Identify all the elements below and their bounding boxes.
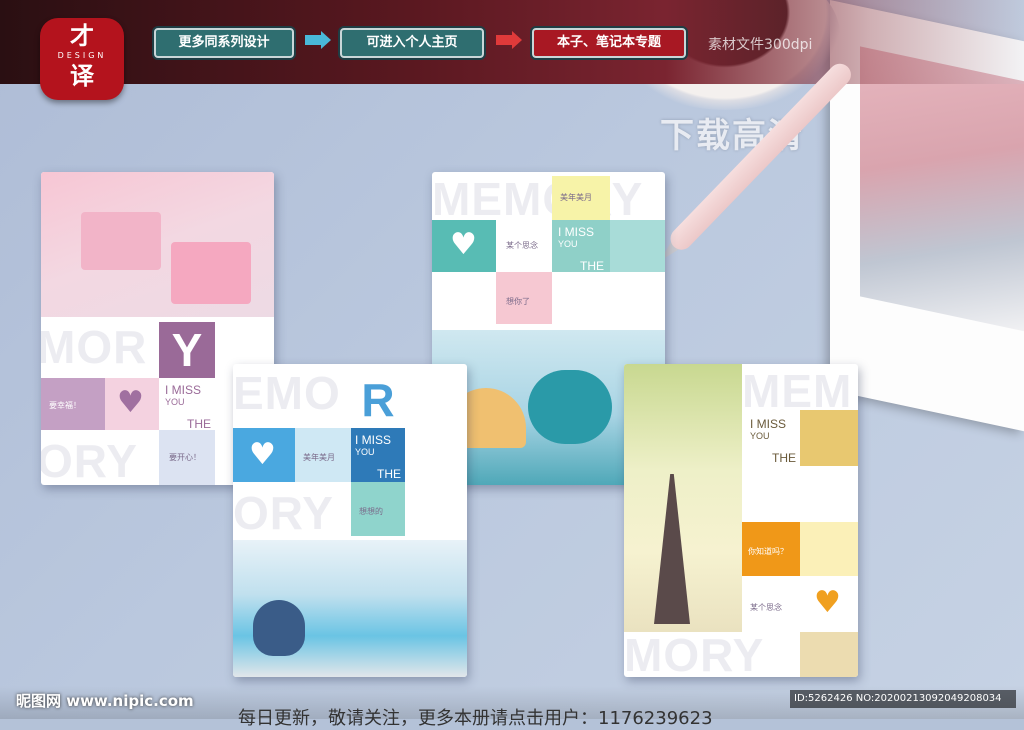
you-text: YOU	[750, 431, 770, 441]
miss-text: I MISS	[355, 433, 392, 447]
tile-caption: 某个思念	[506, 241, 538, 250]
miss-text: I MISS	[750, 417, 787, 431]
color-tile	[800, 632, 858, 677]
brand-logo[interactable]: 才 DESIGN 译	[40, 18, 124, 100]
you-text: YOU	[165, 397, 185, 407]
logo-char-top: 才	[70, 22, 94, 50]
memory-text-bg: MEMORY	[432, 173, 644, 225]
arrow-right-icon	[496, 31, 522, 49]
memory-text-bg: EMO	[233, 367, 341, 419]
tile-caption: 某个思念	[750, 603, 782, 612]
the-text: THE	[187, 417, 211, 431]
tile-caption: 你知道吗？	[748, 547, 788, 556]
tile-caption: 想你了	[506, 297, 530, 306]
tile-caption: 要幸福！	[49, 401, 81, 410]
memory-text-bg: ORY	[233, 487, 334, 539]
heart-tile: ♥	[432, 220, 496, 272]
heart-tile: ♥	[800, 576, 858, 632]
color-tile	[610, 220, 665, 272]
notebook-cover-eiffel[interactable]: MEM I MISS YOU THE 你知道吗？ 某个思念 ♥ MORY	[624, 364, 858, 677]
the-text: THE	[580, 259, 604, 273]
color-tile	[800, 522, 858, 576]
tile-caption: 美年美月	[303, 453, 335, 462]
the-text: THE	[377, 467, 401, 481]
eiffel-photo	[624, 364, 742, 632]
miss-text: I MISS	[165, 383, 202, 397]
letter-tile: Y	[159, 322, 215, 378]
notebook-cover-totoro[interactable]: EMO R ♥ 美年美月 I MISS YOU THE 想想的 ORY	[233, 364, 467, 677]
memory-text-bg: ORY	[41, 435, 138, 485]
more-series-button[interactable]: 更多同系列设计	[154, 28, 294, 58]
totoro-photo	[233, 540, 467, 677]
tile-caption: 美年美月	[560, 193, 592, 202]
magazine-photo	[860, 46, 1024, 333]
color-tile	[800, 410, 858, 466]
notebook-topic-button[interactable]: 本子、笔记本专题	[532, 28, 686, 58]
site-watermark: 昵图网 www.nipic.com	[16, 692, 194, 710]
arrow-right-icon	[305, 31, 331, 49]
the-text: THE	[772, 451, 796, 465]
memory-text-bg: MOR	[41, 321, 148, 373]
heart-tile: ♥	[105, 378, 159, 430]
personal-home-button[interactable]: 可进入个人主页	[340, 28, 484, 58]
heart-tile: ♥	[233, 428, 295, 482]
memory-text-bg: MORY	[624, 629, 765, 677]
miss-text: I MISS	[558, 225, 595, 239]
image-id-label: ID:5262426 NO:20200213092049208034	[790, 690, 1016, 708]
gift-photo	[41, 172, 274, 317]
you-text: YOU	[355, 447, 375, 457]
tile-caption: 想想的	[359, 507, 383, 516]
logo-char-bottom: 译	[70, 62, 94, 90]
resolution-note: 素材文件300dpi	[708, 37, 813, 53]
you-text: YOU	[558, 239, 578, 249]
letter-tile: R	[351, 372, 405, 428]
logo-text-design: DESIGN	[57, 51, 107, 60]
tile-caption: 要开心！	[169, 453, 201, 462]
footer-slogan: 每日更新，敬请关注，更多本册请点击用户：1176239623	[238, 708, 713, 729]
